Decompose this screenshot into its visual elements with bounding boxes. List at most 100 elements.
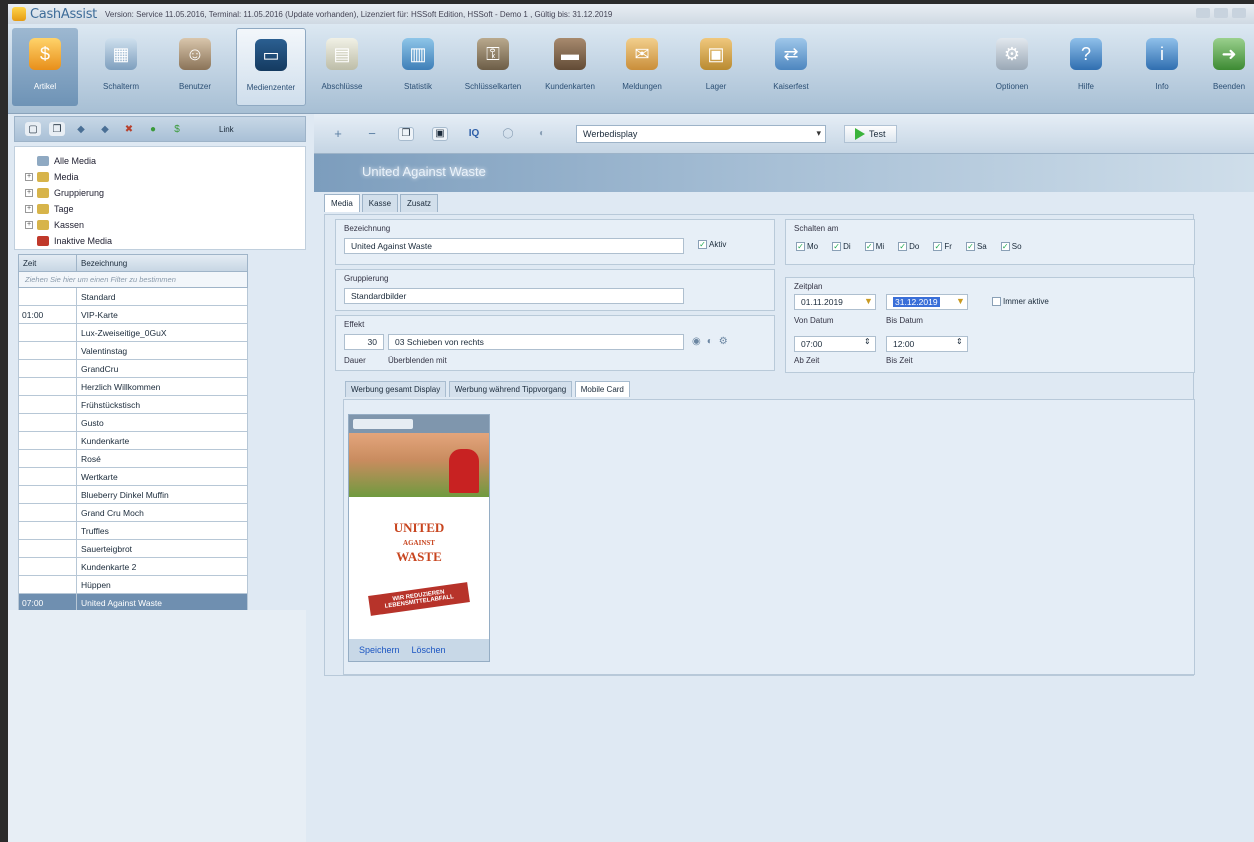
table-row[interactable]: GrandCru <box>18 360 248 378</box>
arrow-down-icon[interactable]: ◆ <box>97 122 113 136</box>
grid-filter-row[interactable]: Ziehen Sie hier um einen Filter zu besti… <box>18 272 248 288</box>
sql-icon[interactable]: IQ <box>466 127 482 141</box>
play-effect-icon[interactable]: ◐ <box>707 336 713 347</box>
day-label: Sa <box>976 242 987 251</box>
ribbon-button-medienzenter[interactable]: ▭ Medienzenter <box>236 28 306 106</box>
gruppierung-select[interactable]: Standardbilder <box>344 288 684 304</box>
table-row[interactable]: 01:00 VIP-Karte <box>18 306 248 324</box>
display-select[interactable]: Werbedisplay <box>576 124 826 143</box>
ribbon-button-abschluesse[interactable]: ▤ Abschlüsse <box>310 28 374 106</box>
immer-aktive-checkbox[interactable]: Immer aktive <box>992 297 1049 306</box>
ribbon-button-schluesselkarten[interactable]: ⚿ Schlüsselkarten <box>458 28 528 106</box>
filter-icon[interactable]: $ <box>169 122 185 136</box>
tree-node-gruppierung[interactable]: + Gruppierung <box>25 185 305 201</box>
table-row[interactable]: Frühstückstisch <box>18 396 248 414</box>
column-header-name[interactable]: Bezeichnung <box>77 255 247 271</box>
ribbon-button-schalterm[interactable]: ▦ Schalterm <box>88 28 154 106</box>
ribbon-button-info[interactable]: i Info <box>1130 28 1194 106</box>
day-label: Fr <box>944 242 952 251</box>
tree-node-tage[interactable]: + Tage <box>25 201 305 217</box>
calendar-icon[interactable]: ▼ <box>956 296 965 306</box>
ab-zeit-spinner-icon[interactable]: ⇕ <box>864 337 871 346</box>
new-icon[interactable]: ▢ <box>25 122 41 136</box>
ribbon-button-statistik[interactable]: ▥ Statistik <box>386 28 450 106</box>
table-row[interactable]: Herzlich Willkommen <box>18 378 248 396</box>
table-row[interactable]: Gusto <box>18 414 248 432</box>
document-icon: ▤ <box>326 38 358 70</box>
table-row[interactable]: Blueberry Dinkel Muffin <box>18 486 248 504</box>
column-header-time[interactable]: Zeit <box>19 255 77 271</box>
tree-node-inaktive-media[interactable]: Inaktive Media <box>25 233 305 249</box>
table-row[interactable]: Rosé <box>18 450 248 468</box>
ribbon-button-artikel[interactable]: $ Artikel <box>12 28 78 106</box>
ribbon-button-kundenkarten[interactable]: ▬ Kundenkarten <box>534 28 606 106</box>
add-icon[interactable]: + <box>330 126 346 141</box>
save-icon[interactable]: ▣ <box>432 126 448 141</box>
ribbon-button-meldungen[interactable]: ✉ Meldungen <box>610 28 674 106</box>
link-button[interactable]: Link <box>219 125 234 134</box>
subtab-mobile-card[interactable]: Mobile Card <box>574 381 630 397</box>
dauer-input[interactable]: 30 <box>344 334 384 350</box>
ribbon-button-optionen[interactable]: ⚙ Optionen <box>980 28 1044 106</box>
table-row[interactable]: Sauerteigbrot <box>18 540 248 558</box>
options-icon[interactable]: ⚙ <box>719 336 728 347</box>
ribbon-button-kaiserfest[interactable]: ⇄ Kaiserfest <box>756 28 826 106</box>
arrow-up-icon[interactable]: ◆ <box>73 122 89 136</box>
copy-icon[interactable]: ❐ <box>49 122 65 136</box>
table-row[interactable]: Lux-Zweiseitige_0GuX <box>18 324 248 342</box>
delete-icon[interactable]: ✖ <box>121 122 137 136</box>
tree-node-alle-media[interactable]: Alle Media <box>25 153 305 169</box>
aktiv-checkbox[interactable]: ✓ Aktiv <box>698 240 726 249</box>
table-row[interactable]: Kundenkarte 2 <box>18 558 248 576</box>
expand-toggle[interactable]: + <box>25 189 33 197</box>
test-button[interactable]: Test <box>844 124 897 143</box>
tab-zusatz[interactable]: Zusatz <box>400 194 439 212</box>
table-row[interactable]: Standard <box>18 288 248 306</box>
tab-media[interactable]: Media <box>324 194 360 212</box>
ribbon-button-lager[interactable]: ▣ Lager <box>684 28 748 106</box>
day-checkbox-mi[interactable]: ✓ Mi <box>864 242 884 251</box>
expand-toggle[interactable]: + <box>25 205 33 213</box>
copy-icon[interactable]: ❐ <box>398 126 414 141</box>
expand-toggle[interactable]: + <box>25 221 33 229</box>
undo-icon[interactable]: ◯ <box>500 127 516 141</box>
calendar-icon[interactable]: ▼ <box>864 296 873 306</box>
ribbon-button-benutzer[interactable]: ☺ Benutzer <box>162 28 228 106</box>
expand-toggle[interactable]: + <box>25 173 33 181</box>
bezeichnung-input[interactable]: United Against Waste <box>344 238 684 254</box>
settings-icon[interactable]: ◐ <box>534 127 550 141</box>
maximize-icon[interactable] <box>1214 8 1228 18</box>
table-row[interactable]: Kundenkarte <box>18 432 248 450</box>
table-row[interactable]: Valentinstag <box>18 342 248 360</box>
ribbon-button-beenden[interactable]: ➜ Beenden <box>1204 28 1254 106</box>
ueberblend-label: Überblenden mit <box>388 356 447 365</box>
day-checkbox-fr[interactable]: ✓ Fr <box>933 242 952 251</box>
day-label: So <box>1011 242 1022 251</box>
table-row[interactable]: Hüppen <box>18 576 248 594</box>
table-row[interactable]: Grand Cru Moch <box>18 504 248 522</box>
ribbon-button-hilfe[interactable]: ? Hilfe <box>1054 28 1118 106</box>
close-icon[interactable] <box>1232 8 1246 18</box>
day-checkbox-sa[interactable]: ✓ Sa <box>965 242 987 251</box>
row-name: Truffles <box>81 526 109 536</box>
day-checkbox-so[interactable]: ✓ So <box>1000 242 1022 251</box>
tree-node-kassen[interactable]: + Kassen <box>25 217 305 233</box>
remove-icon[interactable]: − <box>364 126 380 141</box>
refresh-icon[interactable]: ● <box>145 122 161 136</box>
bis-zeit-spinner-icon[interactable]: ⇕ <box>956 337 963 346</box>
day-checkbox-do[interactable]: ✓ Do <box>898 242 919 251</box>
window-controls <box>1196 8 1246 18</box>
delete-link[interactable]: Löschen <box>412 645 446 657</box>
table-row[interactable]: Truffles <box>18 522 248 540</box>
minimize-icon[interactable] <box>1196 8 1210 18</box>
preview-icon[interactable]: ◉ <box>692 336 701 347</box>
day-checkbox-di[interactable]: ✓ Di <box>832 242 851 251</box>
table-row[interactable]: Wertkarte <box>18 468 248 486</box>
subtab-werbung-tippvorgang[interactable]: Werbung während Tippvorgang <box>448 381 573 397</box>
tab-kasse[interactable]: Kasse <box>361 194 399 212</box>
subtab-werbung-gesamt[interactable]: Werbung gesamt Display <box>345 381 447 397</box>
tree-node-media[interactable]: + Media <box>25 169 305 185</box>
day-checkbox-mo[interactable]: ✓ Mo <box>796 242 818 251</box>
effekt-select[interactable]: 03 Schieben von rechts <box>388 334 684 350</box>
save-link[interactable]: Speichern <box>359 645 400 657</box>
